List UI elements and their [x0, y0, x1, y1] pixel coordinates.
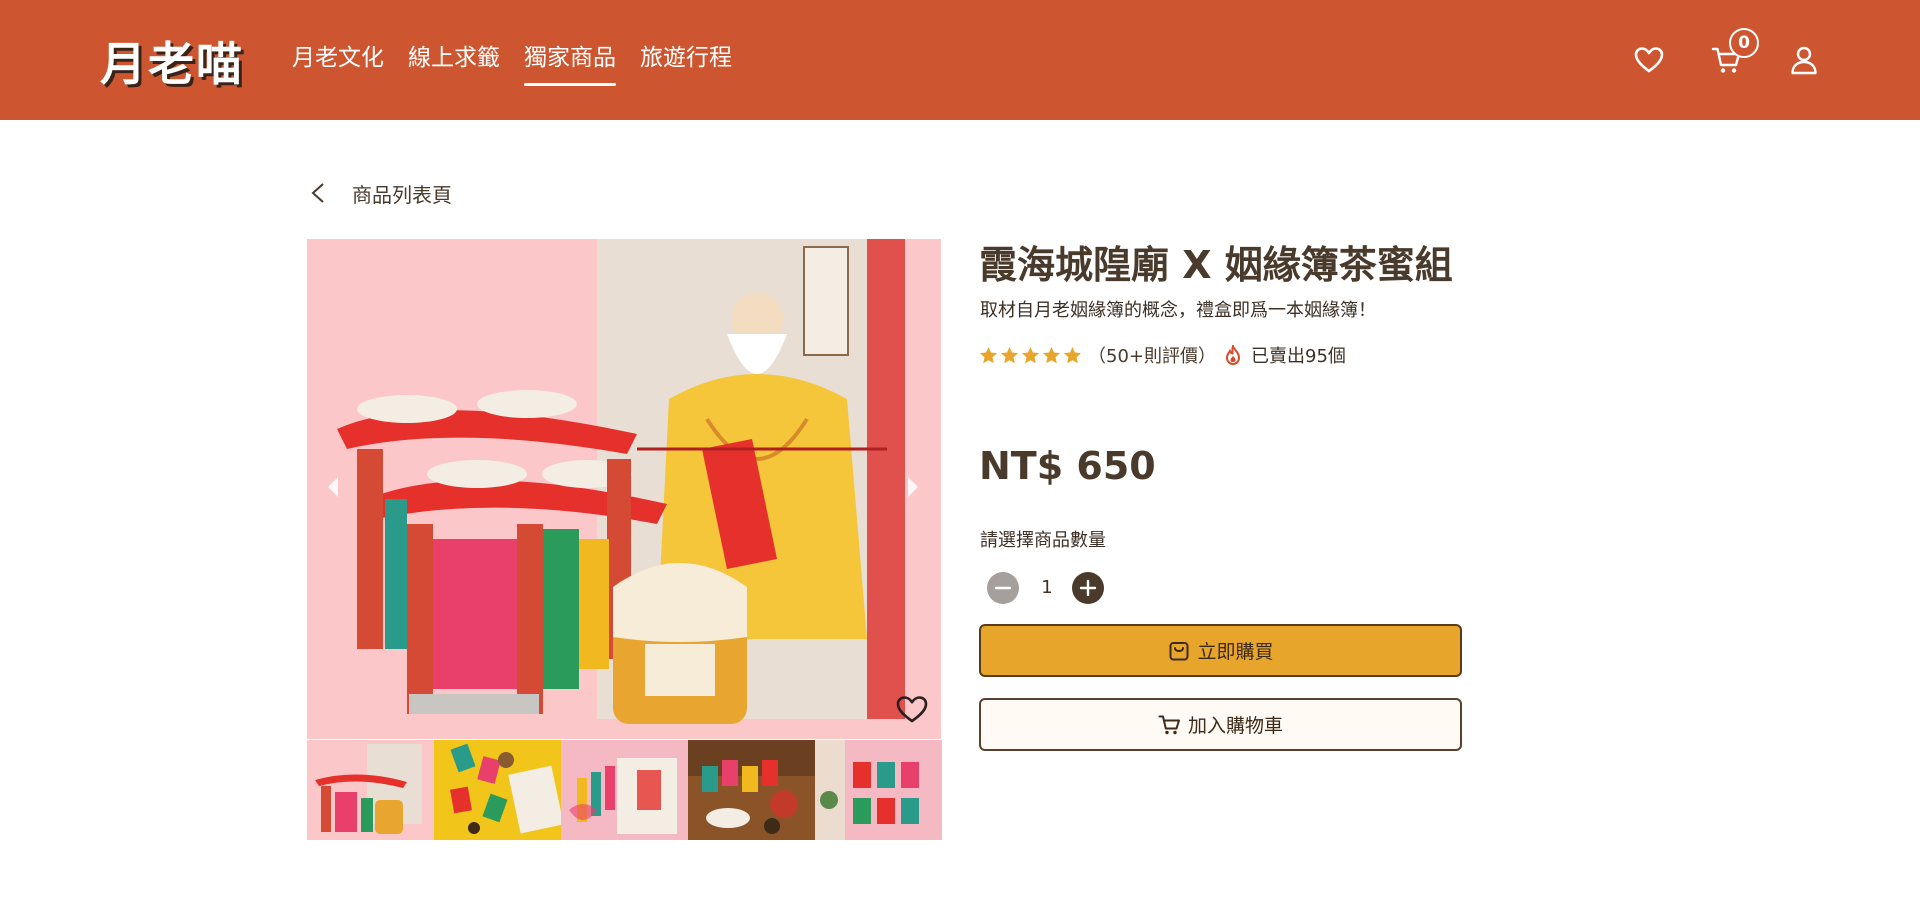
rating-stars [979, 346, 1082, 365]
carousel-next-icon[interactable] [903, 471, 923, 503]
sold-count: 已賣出95個 [1251, 346, 1346, 367]
user-icon[interactable] [1788, 44, 1820, 76]
thumbnail-1[interactable] [307, 740, 434, 840]
add-to-cart-label: 加入購物車 [1187, 715, 1283, 737]
plus-icon [1079, 579, 1097, 597]
back-to-list-link[interactable]: 商品列表頁 [308, 178, 452, 208]
carousel-prev-icon[interactable] [323, 471, 343, 503]
breadcrumb-label: 商品列表頁 [352, 182, 452, 207]
nav-item-culture[interactable]: 月老文化 [292, 40, 384, 88]
main-nav: 月老文化 線上求籤 獨家商品 旅遊行程 [292, 40, 756, 88]
product-photo [307, 239, 941, 739]
quantity-label: 請選擇商品數量 [980, 530, 1106, 551]
product-title: 霞海城隍廟 X 姻緣簿茶蜜組 [979, 243, 1453, 287]
rating-row: （50+則評價） 已賣出95個 [979, 342, 1346, 368]
buy-now-button[interactable]: 立即購買 [979, 624, 1462, 677]
site-logo[interactable]: 月老喵 [100, 28, 244, 94]
chevron-left-icon [311, 183, 324, 203]
thumbnail-4-image [688, 740, 815, 840]
nav-item-products[interactable]: 獨家商品 [524, 40, 616, 88]
product-subtitle: 取材自月老姻緣簿的概念，禮盒即爲一本姻緣簿！ [980, 300, 1376, 321]
nav-item-tours[interactable]: 旅遊行程 [640, 40, 732, 88]
buy-now-label: 立即購買 [1197, 641, 1274, 663]
star-icon [1042, 346, 1061, 363]
quantity-value[interactable]: 1 [1032, 572, 1062, 604]
quantity-increase-button[interactable] [1072, 572, 1104, 604]
review-count[interactable]: （50+則評價） [1088, 342, 1216, 368]
add-to-cart-button[interactable]: 加入購物車 [979, 698, 1462, 751]
shopping-bag-icon [1169, 641, 1189, 660]
star-icon [1000, 346, 1019, 363]
thumbnail-2-image [434, 740, 561, 840]
cart-count-badge: 0 [1729, 28, 1759, 58]
product-main-image[interactable] [307, 239, 941, 739]
star-icon [1021, 346, 1040, 363]
fire-icon [1225, 345, 1241, 365]
thumbnail-3-image [561, 740, 688, 840]
star-icon [1063, 346, 1082, 363]
cart-icon [1158, 715, 1180, 734]
thumbnail-5-image [815, 740, 942, 840]
star-icon [979, 346, 998, 363]
thumbnail-4[interactable] [688, 740, 815, 840]
thumbnail-strip [307, 740, 942, 840]
quantity-decrease-button[interactable] [987, 572, 1019, 604]
thumbnail-1-image [307, 740, 434, 840]
product-price: NT$ 650 [979, 444, 1156, 488]
minus-icon [994, 586, 1012, 590]
heart-icon[interactable] [1633, 44, 1665, 76]
image-heart-icon[interactable] [895, 693, 929, 725]
site-header: 月老喵 月老文化 線上求籤 獨家商品 旅遊行程 0 [0, 0, 1920, 120]
thumbnail-3[interactable] [561, 740, 688, 840]
thumbnail-5[interactable] [815, 740, 942, 840]
thumbnail-2[interactable] [434, 740, 561, 840]
nav-item-fortune[interactable]: 線上求籤 [408, 40, 500, 88]
